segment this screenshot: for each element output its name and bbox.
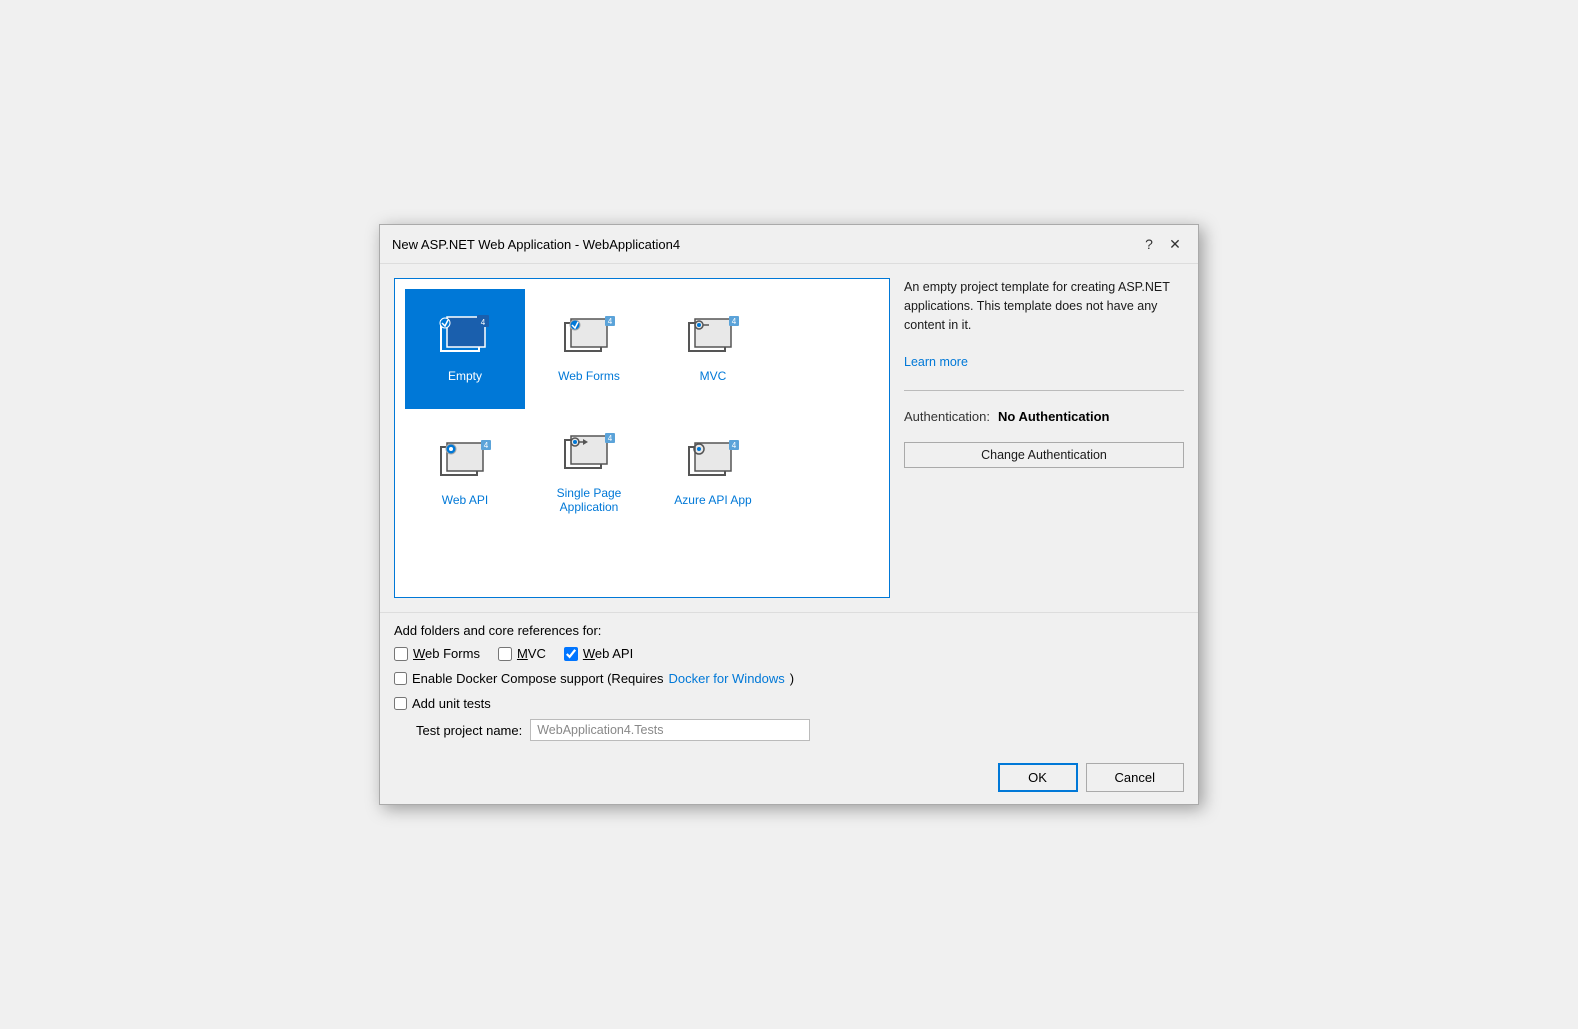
title-bar: New ASP.NET Web Application - WebApplica… <box>380 225 1198 264</box>
webapi-checkbox[interactable] <box>564 647 578 661</box>
svg-text:4: 4 <box>608 317 613 326</box>
new-aspnet-dialog: New ASP.NET Web Application - WebApplica… <box>379 224 1199 805</box>
template-empty-label: Empty <box>448 369 482 383</box>
docker-checkbox[interactable] <box>394 672 407 685</box>
learn-more-link[interactable]: Learn more <box>904 355 968 369</box>
description-text: An empty project template for creating A… <box>904 278 1184 334</box>
azureapi-icon: 4 <box>685 439 741 487</box>
mvc-checkbox-item[interactable]: MVC <box>498 646 546 661</box>
webforms-checkbox-item[interactable]: Web Forms <box>394 646 480 661</box>
template-azureapi-label: Azure API App <box>674 493 751 507</box>
dialog-body: 4 Empty 4 <box>380 264 1198 612</box>
mvc-checkbox[interactable] <box>498 647 512 661</box>
svg-text:4: 4 <box>732 317 737 326</box>
test-project-name-input[interactable] <box>530 719 810 741</box>
docker-for-windows-link[interactable]: Docker for Windows <box>668 671 784 686</box>
mvc-checkbox-label: MVC <box>517 646 546 661</box>
help-button[interactable]: ? <box>1138 233 1160 255</box>
unit-test-label: Add unit tests <box>412 696 491 711</box>
close-button[interactable]: ✕ <box>1164 233 1186 255</box>
webapi-checkbox-label: Web API <box>583 646 633 661</box>
dialog-title: New ASP.NET Web Application - WebApplica… <box>392 237 680 252</box>
template-spa-label: Single Page Application <box>539 486 639 514</box>
mvc-icon: 4 <box>685 315 741 363</box>
docker-label-before: Enable Docker Compose support (Requires <box>412 671 663 686</box>
template-empty[interactable]: 4 Empty <box>405 289 525 409</box>
template-webforms[interactable]: 4 Web Forms <box>529 289 649 409</box>
webforms-icon: 4 <box>561 315 617 363</box>
template-webapi[interactable]: 4 Web API <box>405 413 525 533</box>
checkboxes-row: Web Forms MVC Web API <box>394 646 1184 661</box>
description-area: An empty project template for creating A… <box>904 278 1184 372</box>
webapi-checkbox-item[interactable]: Web API <box>564 646 633 661</box>
auth-value: No Authentication <box>998 409 1109 424</box>
unit-test-checkbox[interactable] <box>394 697 407 710</box>
webforms-checkbox-label: Web Forms <box>413 646 480 661</box>
bottom-section: Add folders and core references for: Web… <box>380 612 1198 755</box>
template-mvc[interactable]: 4 MVC <box>653 289 773 409</box>
docker-row: Enable Docker Compose support (Requires … <box>394 671 1184 686</box>
change-auth-button[interactable]: Change Authentication <box>904 442 1184 468</box>
add-folders-label: Add folders and core references for: <box>394 623 1184 638</box>
left-panel: 4 Empty 4 <box>394 278 890 598</box>
title-bar-buttons: ? ✕ <box>1138 233 1186 255</box>
docker-label-after: ) <box>790 671 794 686</box>
webapi-icon: 4 <box>437 439 493 487</box>
ok-button[interactable]: OK <box>998 763 1078 792</box>
empty-icon: 4 <box>437 315 493 363</box>
template-webapi-label: Web API <box>442 493 488 507</box>
spa-icon: 4 <box>561 432 617 480</box>
dialog-footer: OK Cancel <box>380 755 1198 804</box>
unit-test-row: Add unit tests <box>394 696 1184 711</box>
test-project-row: Test project name: <box>416 719 1184 741</box>
test-project-label: Test project name: <box>416 723 522 738</box>
template-webforms-label: Web Forms <box>558 369 620 383</box>
webforms-checkbox[interactable] <box>394 647 408 661</box>
auth-label: Authentication: <box>904 409 990 424</box>
template-spa[interactable]: 4 Single Page Application <box>529 413 649 533</box>
template-azureapi[interactable]: 4 Azure API App <box>653 413 773 533</box>
templates-box: 4 Empty 4 <box>394 278 890 598</box>
divider <box>904 390 1184 391</box>
right-panel: An empty project template for creating A… <box>904 278 1184 598</box>
template-mvc-label: MVC <box>700 369 727 383</box>
svg-text:4: 4 <box>608 434 613 443</box>
svg-text:4: 4 <box>484 441 489 450</box>
cancel-button[interactable]: Cancel <box>1086 763 1184 792</box>
svg-text:4: 4 <box>732 441 737 450</box>
auth-row: Authentication: No Authentication <box>904 409 1184 424</box>
svg-text:4: 4 <box>481 318 486 327</box>
